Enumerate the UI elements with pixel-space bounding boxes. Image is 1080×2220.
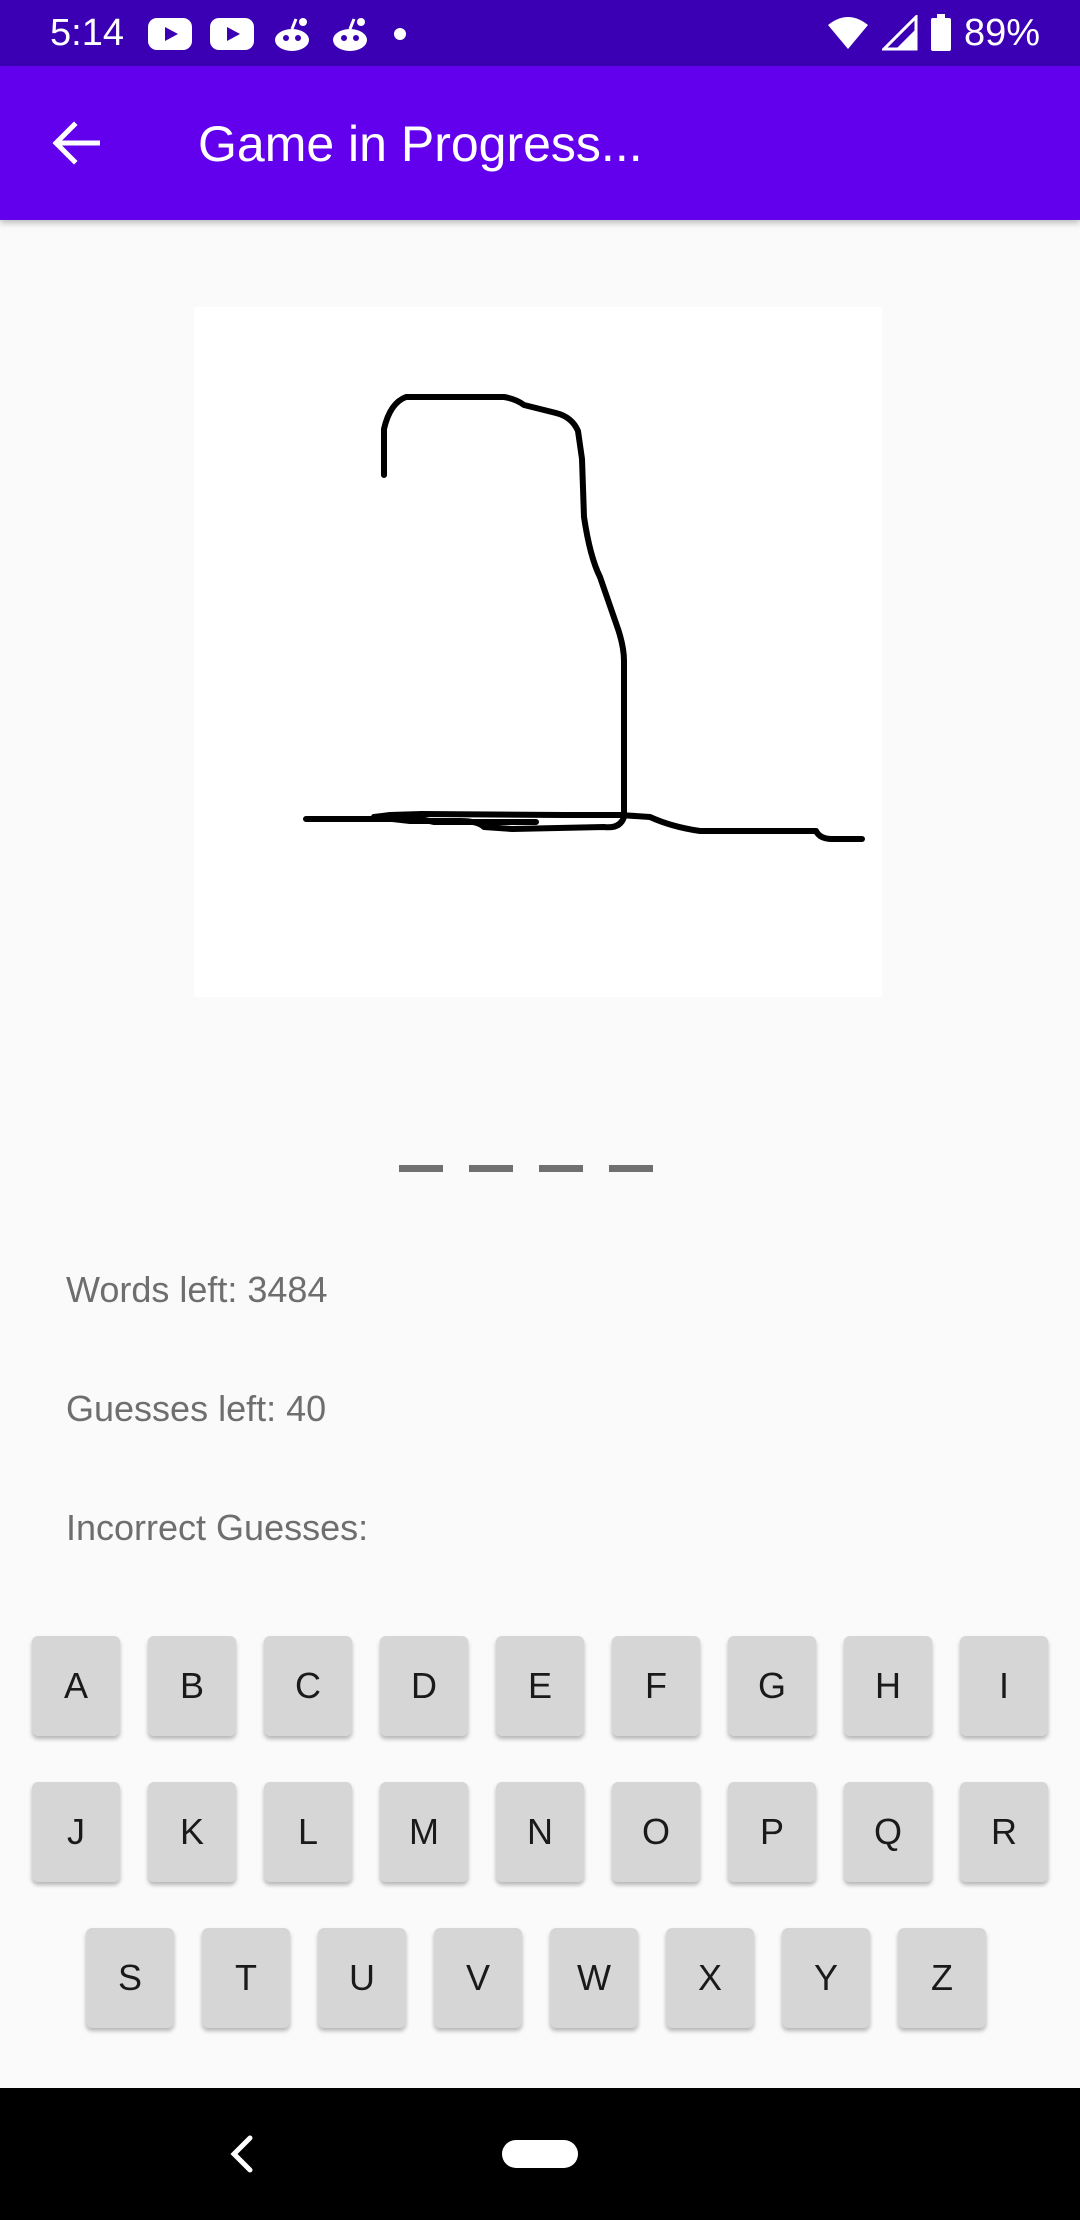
youtube-icon [210, 18, 254, 50]
dot-icon [394, 28, 406, 40]
key-x[interactable]: X [666, 1928, 754, 2028]
letter-blank [399, 1165, 443, 1172]
key-f[interactable]: F [612, 1636, 700, 1736]
key-u[interactable]: U [318, 1928, 406, 2028]
home-pill-icon[interactable] [502, 2140, 578, 2168]
key-g[interactable]: G [728, 1636, 816, 1736]
key-e[interactable]: E [496, 1636, 584, 1736]
guesses-left-text: Guesses left: 40 [66, 1388, 327, 1429]
page-title: Game in Progress... [198, 116, 643, 172]
key-i[interactable]: I [960, 1636, 1048, 1736]
key-d[interactable]: D [380, 1636, 468, 1736]
key-l[interactable]: L [264, 1782, 352, 1882]
key-o[interactable]: O [612, 1782, 700, 1882]
status-bar: 5:14 89% [0, 0, 1080, 66]
chevron-left-icon [230, 2135, 253, 2173]
key-p[interactable]: P [728, 1782, 816, 1882]
nav-back-button[interactable] [222, 2132, 262, 2176]
app-bar: Game in Progress... [0, 66, 1080, 220]
reddit-icon [333, 18, 367, 51]
reddit-icon [275, 18, 309, 51]
key-n[interactable]: N [496, 1782, 584, 1882]
key-y[interactable]: Y [782, 1928, 870, 2028]
incorrect-guesses-text: Incorrect Guesses: [66, 1507, 369, 1548]
battery-percent: 89% [963, 12, 1040, 54]
key-w[interactable]: W [550, 1928, 638, 2028]
key-m[interactable]: M [380, 1782, 468, 1882]
key-k[interactable]: K [148, 1782, 236, 1882]
key-t[interactable]: T [202, 1928, 290, 2028]
key-q[interactable]: Q [844, 1782, 932, 1882]
letter-blank [469, 1165, 513, 1172]
key-s[interactable]: S [86, 1928, 174, 2028]
key-h[interactable]: H [844, 1636, 932, 1736]
signal-icon [881, 15, 918, 51]
key-z[interactable]: Z [898, 1928, 986, 2028]
hangman-drawing [194, 307, 882, 997]
gallows-drawing [303, 394, 865, 842]
wifi-icon [827, 17, 868, 49]
key-v[interactable]: V [434, 1928, 522, 2028]
notification-icons [148, 14, 412, 54]
arrow-left-icon [52, 121, 100, 165]
key-a[interactable]: A [32, 1636, 120, 1736]
letter-blank [539, 1165, 583, 1172]
key-r[interactable]: R [960, 1782, 1048, 1882]
system-icons: 89% [826, 10, 1040, 56]
key-j[interactable]: J [32, 1782, 120, 1882]
status-time: 5:14 [50, 12, 124, 54]
word-blanks [399, 1165, 653, 1172]
system-nav-bar [0, 2088, 1080, 2220]
battery-icon [930, 14, 951, 51]
words-left-text: Words left: 3484 [66, 1269, 328, 1310]
youtube-icon [148, 18, 192, 50]
key-c[interactable]: C [264, 1636, 352, 1736]
letter-blank [609, 1165, 653, 1172]
back-button[interactable] [40, 112, 112, 174]
key-b[interactable]: B [148, 1636, 236, 1736]
